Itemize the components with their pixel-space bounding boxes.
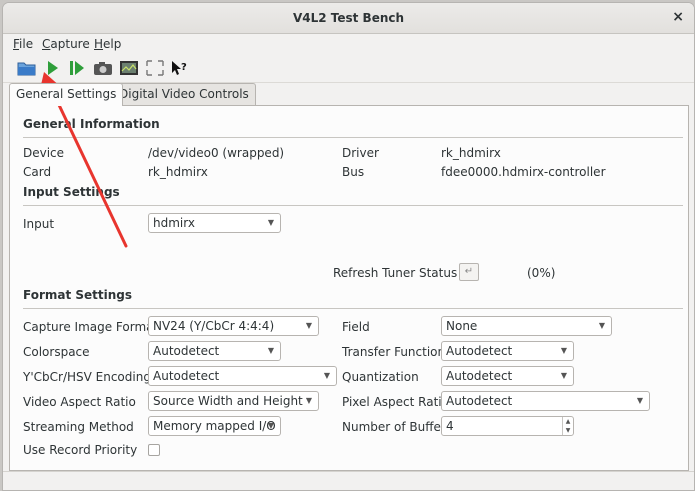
general-information-heading: General Information <box>23 117 160 131</box>
menu-help[interactable]: Help <box>94 37 121 51</box>
capture-image-formats-select[interactable]: NV24 (Y/CbCr 4:4:4) ▼ <box>148 316 319 336</box>
ycbcr-encoding-label: Y'CbCr/HSV Encoding <box>23 370 151 384</box>
close-icon[interactable]: × <box>672 9 684 25</box>
colorspace-select[interactable]: Autodetect ▼ <box>148 341 281 361</box>
quantization-select[interactable]: Autodetect ▼ <box>441 366 574 386</box>
menu-capture[interactable]: Capture <box>42 37 90 51</box>
number-of-buffers-label: Number of Buffers <box>342 420 453 434</box>
start-capture-icon[interactable] <box>43 59 63 77</box>
title-bar: V4L2 Test Bench × <box>3 3 694 34</box>
refresh-tuner-status-button[interactable]: ↵ <box>459 263 479 281</box>
streaming-method-label: Streaming Method <box>23 420 134 434</box>
section-divider <box>23 205 683 206</box>
ycbcr-encoding-value: Autodetect <box>153 369 220 383</box>
transfer-function-select[interactable]: Autodetect ▼ <box>441 341 574 361</box>
status-bar <box>3 471 694 490</box>
pixel-aspect-ratio-value: Autodetect <box>446 394 513 408</box>
chevron-down-icon: ▼ <box>305 396 312 405</box>
tab-digital-video-controls[interactable]: Digital Video Controls <box>112 83 256 105</box>
section-divider <box>23 308 683 309</box>
colorspace-value: Autodetect <box>153 344 220 358</box>
section-divider <box>23 137 683 138</box>
general-settings-panel: General Information Device /dev/video0 (… <box>9 105 689 471</box>
transfer-function-label: Transfer Function <box>342 345 446 359</box>
number-of-buffers-value: 4 <box>446 419 454 433</box>
pixel-aspect-ratio-select[interactable]: Autodetect ▼ <box>441 391 650 411</box>
use-record-priority-checkbox[interactable] <box>148 444 160 456</box>
device-value: /dev/video0 (wrapped) <box>148 146 285 160</box>
menu-bar: File Capture Help <box>3 34 694 54</box>
video-display-icon[interactable] <box>119 59 139 77</box>
streaming-method-value: Memory mapped I/O <box>153 419 276 433</box>
chevron-down-icon: ▼ <box>305 321 312 330</box>
chevron-down-icon: ▼ <box>598 321 605 330</box>
device-label: Device <box>23 146 65 160</box>
transfer-function-value: Autodetect <box>446 344 513 358</box>
chevron-down-icon: ▼ <box>636 396 643 405</box>
number-of-buffers-spinbox[interactable]: 4 ▲ ▼ <box>441 416 574 436</box>
video-aspect-ratio-select[interactable]: Source Width and Height ▼ <box>148 391 319 411</box>
capture-image-formats-value: NV24 (Y/CbCr 4:4:4) <box>153 319 275 333</box>
menu-file[interactable]: File <box>13 37 33 51</box>
input-select[interactable]: hdmirx ▼ <box>148 213 281 233</box>
card-label: Card <box>23 165 52 179</box>
field-label: Field <box>342 320 370 334</box>
chevron-down-icon: ▼ <box>267 421 274 430</box>
window-title: V4L2 Test Bench <box>292 11 405 25</box>
chevron-down-icon: ▼ <box>560 346 567 355</box>
streaming-method-select[interactable]: Memory mapped I/O ▼ <box>148 416 281 436</box>
step-capture-icon[interactable] <box>67 59 87 77</box>
video-aspect-ratio-label: Video Aspect Ratio <box>23 395 136 409</box>
use-record-priority-label: Use Record Priority <box>23 443 138 457</box>
chevron-down-icon: ▼ <box>323 371 330 380</box>
chevron-down-icon: ▼ <box>560 371 567 380</box>
card-value: rk_hdmirx <box>148 165 208 179</box>
toolbar: ? <box>3 55 694 83</box>
video-aspect-ratio-value: Source Width and Height <box>153 394 303 408</box>
pixel-aspect-ratio-label: Pixel Aspect Ratio <box>342 395 449 409</box>
tab-general-settings[interactable]: General Settings <box>9 83 124 106</box>
field-select[interactable]: None ▼ <box>441 316 612 336</box>
format-settings-heading: Format Settings <box>23 288 133 302</box>
driver-label: Driver <box>342 146 379 160</box>
svg-text:?: ? <box>181 62 187 73</box>
refresh-tuner-status-label: Refresh Tuner Status <box>333 266 458 280</box>
input-label: Input <box>23 217 55 231</box>
bus-value: fdee0000.hdmirx-controller <box>441 165 606 179</box>
field-value: None <box>446 319 478 333</box>
app-window: V4L2 Test Bench × File Capture Help ? Ge… <box>2 2 695 491</box>
tuner-status-percent: (0%) <box>527 266 556 280</box>
chevron-down-icon: ▼ <box>267 346 274 355</box>
chevron-down-icon: ▼ <box>267 218 274 227</box>
input-select-value: hdmirx <box>153 216 195 230</box>
colorspace-label: Colorspace <box>23 345 90 359</box>
fullscreen-icon[interactable] <box>145 59 165 77</box>
input-settings-heading: Input Settings <box>23 185 120 199</box>
quantization-value: Autodetect <box>446 369 513 383</box>
snapshot-camera-icon[interactable] <box>93 59 113 77</box>
bus-label: Bus <box>342 165 365 179</box>
spin-arrows-icon[interactable]: ▲ ▼ <box>562 417 573 435</box>
driver-value: rk_hdmirx <box>441 146 501 160</box>
whats-this-help-icon[interactable]: ? <box>169 59 189 77</box>
ycbcr-encoding-select[interactable]: Autodetect ▼ <box>148 366 337 386</box>
capture-image-formats-label: Capture Image Formats <box>23 320 165 334</box>
quantization-label: Quantization <box>342 370 419 384</box>
open-folder-icon[interactable] <box>17 59 37 77</box>
